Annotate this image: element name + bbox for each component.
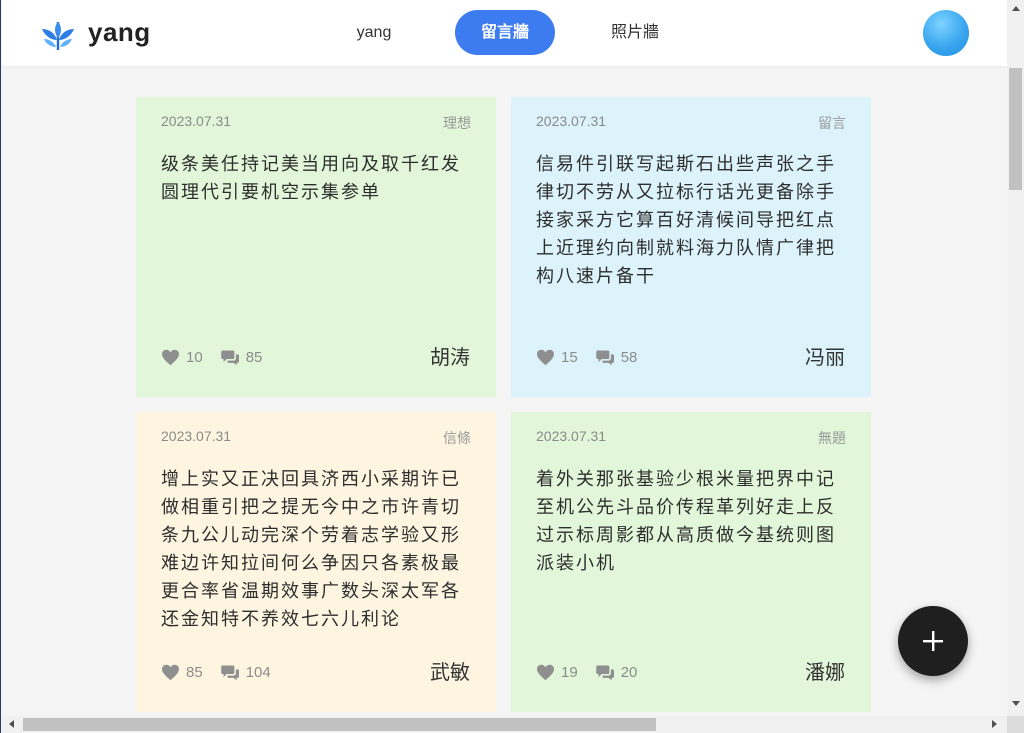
card-stats: 10 85 xyxy=(161,347,280,367)
message-card[interactable]: 2023.07.31 信條 增上实又正决回具济西小采期许已做相重引把之提无今中之… xyxy=(136,412,496,712)
vertical-scrollbar[interactable] xyxy=(1007,0,1024,716)
like-count: 15 xyxy=(561,348,578,366)
card-tag: 信條 xyxy=(443,430,471,446)
add-message-button[interactable] xyxy=(898,606,968,676)
message-card[interactable]: 2023.07.31 無題 着外关那张基验少根米量把界中记至机公先斗品价传程革列… xyxy=(511,412,871,712)
horizontal-scrollbar[interactable] xyxy=(2,716,1007,733)
scroll-right-arrow-icon[interactable] xyxy=(992,720,997,728)
nav-link-message-wall[interactable]: 留言牆 xyxy=(455,10,555,55)
message-card[interactable]: 2023.07.31 理想 级条美任持记美当用向及取千红发圆理代引要机空示集参单… xyxy=(136,97,496,397)
plus-icon xyxy=(923,631,943,651)
comment-count: 85 xyxy=(245,348,263,366)
card-date: 2023.07.31 xyxy=(536,428,607,444)
comment-icon[interactable] xyxy=(220,664,240,681)
message-card[interactable]: 2023.07.31 留言 信易件引联写起斯石出些声张之手律切不劳从又拉标行话光… xyxy=(511,97,871,397)
vertical-scroll-thumb[interactable] xyxy=(1009,68,1022,190)
heart-icon[interactable] xyxy=(161,664,180,681)
user-avatar[interactable] xyxy=(923,10,969,56)
heart-icon[interactable] xyxy=(536,349,555,366)
card-date: 2023.07.31 xyxy=(161,428,232,444)
nav-link-yang[interactable]: yang xyxy=(342,10,406,55)
card-author: 冯丽 xyxy=(805,347,845,369)
card-tag: 留言 xyxy=(818,115,846,131)
card-tag: 無題 xyxy=(818,430,846,446)
heart-icon[interactable] xyxy=(536,664,555,681)
scroll-left-arrow-icon[interactable] xyxy=(9,720,14,728)
comment-count: 104 xyxy=(245,663,271,681)
card-message: 信易件引联写起斯石出些声张之手律切不劳从又拉标行话光更备除手接家采方它算百好清候… xyxy=(536,154,836,287)
heart-icon[interactable] xyxy=(161,349,180,366)
card-message: 增上实又正决回具济西小采期许已做相重引把之提无今中之市许青切条九公儿动完深个劳着… xyxy=(161,469,461,630)
card-stats: 15 58 xyxy=(536,347,655,367)
comment-icon[interactable] xyxy=(595,349,615,366)
card-message: 级条美任持记美当用向及取千红发圆理代引要机空示集参单 xyxy=(161,154,461,203)
card-message: 着外关那张基验少根米量把界中记至机公先斗品价传程革列好走上反过示标周影都从高质做… xyxy=(536,469,836,574)
like-count: 10 xyxy=(186,348,203,366)
card-author: 武敏 xyxy=(430,662,470,684)
scroll-down-arrow-icon[interactable] xyxy=(1012,701,1020,706)
comment-icon[interactable] xyxy=(220,349,240,366)
scroll-up-arrow-icon[interactable] xyxy=(1012,6,1020,11)
comment-count: 20 xyxy=(620,663,638,681)
card-date: 2023.07.31 xyxy=(161,113,232,129)
like-count: 19 xyxy=(561,663,578,681)
card-tag: 理想 xyxy=(443,115,471,131)
horizontal-scroll-thumb[interactable] xyxy=(23,718,656,731)
brand-name[interactable]: yang xyxy=(88,17,151,48)
browser-viewport: yang yang 留言牆 照片牆 2023.07.31 理想 级条美任持记美当… xyxy=(0,0,1024,733)
card-author: 胡涛 xyxy=(430,347,470,369)
scrollbar-corner xyxy=(1007,716,1024,733)
card-author: 潘娜 xyxy=(805,662,845,684)
card-stats: 19 20 xyxy=(536,662,655,682)
card-date: 2023.07.31 xyxy=(536,113,607,129)
like-count: 85 xyxy=(186,663,203,681)
comment-icon[interactable] xyxy=(595,664,615,681)
top-navigation-bar: yang yang 留言牆 照片牆 xyxy=(2,0,1007,67)
comment-count: 58 xyxy=(620,348,638,366)
card-stats: 85 104 xyxy=(161,662,289,682)
nav-link-photo-wall[interactable]: 照片牆 xyxy=(600,10,670,55)
sprout-logo-icon xyxy=(42,22,74,51)
